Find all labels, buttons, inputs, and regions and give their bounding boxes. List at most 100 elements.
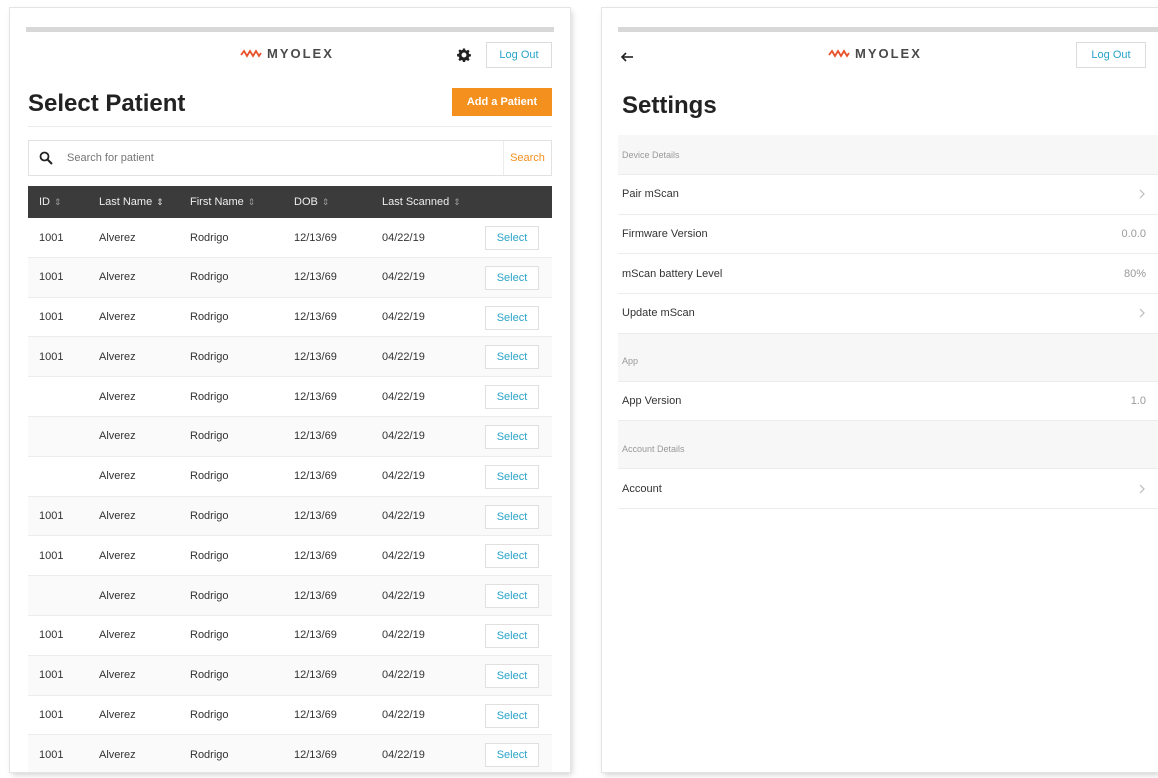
cell-id: 1001 — [39, 311, 64, 324]
cell-last-name: Alverez — [99, 311, 136, 324]
column-header-first-name[interactable]: First Name ⇕ — [190, 186, 255, 218]
cell-last-scanned: 04/22/19 — [382, 748, 425, 761]
cell-dob: 12/13/69 — [294, 430, 337, 443]
cell-last-name: Alverez — [99, 470, 136, 483]
sort-icon: ⇕ — [247, 196, 256, 207]
page-title: Select Patient — [28, 90, 186, 117]
table-header: ID ⇕ Last Name ⇕ First Name ⇕ DOB ⇕ Last Sca… — [28, 186, 552, 218]
add-patient-button[interactable]: Add a Patient — [452, 88, 552, 116]
cell-last-name: Alverez — [99, 669, 136, 682]
select-button[interactable]: Select — [485, 504, 539, 529]
cell-last-name: Alverez — [99, 549, 136, 562]
table-row: 1001 Alverez Rodrigo 12/13/69 04/22/19 Select — [28, 298, 552, 338]
table-row: Alverez Rodrigo 12/13/69 04/22/19 Select — [28, 416, 552, 457]
settings-item-value: 1.0 — [1130, 395, 1146, 408]
logout-button[interactable]: Log Out — [1076, 42, 1146, 68]
arrow-left-icon[interactable] — [620, 50, 634, 64]
cell-dob: 12/13/69 — [294, 271, 337, 284]
section-header-account-details: Account Details — [618, 421, 1158, 470]
select-button[interactable]: Select — [485, 544, 539, 569]
settings-item-label: Firmware Version — [622, 228, 708, 241]
cell-id: 1001 — [39, 231, 64, 244]
cell-last-scanned: 04/22/19 — [382, 470, 425, 483]
logout-button[interactable]: Log Out — [486, 42, 552, 68]
search-button[interactable]: Search — [503, 141, 551, 175]
logo-wave-icon — [240, 48, 262, 58]
select-button[interactable]: Select — [485, 703, 539, 728]
cell-last-name: Alverez — [99, 390, 136, 403]
select-button[interactable]: Select — [485, 584, 539, 609]
table-row: 1001 Alverez Rodrigo 12/13/69 04/22/19 Select — [28, 496, 552, 537]
table-row: 1001 Alverez Rodrigo 12/13/69 04/22/19 Select — [28, 655, 552, 696]
cell-last-name: Alverez — [99, 430, 136, 443]
settings-item-value: 0.0.0 — [1121, 228, 1146, 241]
cell-last-scanned: 04/22/19 — [382, 231, 425, 244]
cell-first-name: Rodrigo — [190, 350, 229, 363]
cell-dob: 12/13/69 — [294, 470, 337, 483]
table-row: 1001 Alverez Rodrigo 12/13/69 04/22/19 Select — [28, 218, 552, 258]
select-button[interactable]: Select — [485, 743, 539, 768]
column-header-last-scanned[interactable]: Last Scanned ⇕ — [382, 186, 461, 218]
settings-item-account[interactable]: Account — [618, 469, 1158, 510]
select-button[interactable]: Select — [485, 424, 539, 449]
cell-last-scanned: 04/22/19 — [382, 390, 425, 403]
select-button[interactable]: Select — [485, 345, 539, 370]
logo-text: MYOLEX — [267, 46, 334, 61]
cell-last-name: Alverez — [99, 350, 136, 363]
table-row: Alverez Rodrigo 12/13/69 04/22/19 Select — [28, 576, 552, 616]
cell-id: 1001 — [39, 669, 64, 682]
chevron-right-icon — [1139, 189, 1145, 199]
table-row: 1001 Alverez Rodrigo 12/13/69 04/22/19 Select — [28, 735, 552, 772]
cell-last-scanned: 04/22/19 — [382, 709, 425, 722]
cell-last-name: Alverez — [99, 231, 136, 244]
patient-table-body: 1001 Alverez Rodrigo 12/13/69 04/22/19 Select… — [28, 218, 552, 772]
chevron-right-icon — [1139, 308, 1145, 318]
cell-first-name: Rodrigo — [190, 629, 229, 642]
cell-last-scanned: 04/22/19 — [382, 350, 425, 363]
cell-first-name: Rodrigo — [190, 470, 229, 483]
settings-item-pair-mscan[interactable]: Pair mScan — [618, 175, 1158, 215]
cell-id: 1001 — [39, 709, 64, 722]
gear-icon[interactable] — [457, 48, 471, 62]
select-button[interactable]: Select — [485, 464, 539, 489]
cell-id: 1001 — [39, 510, 64, 523]
column-label: DOB — [294, 196, 318, 208]
select-button[interactable]: Select — [485, 305, 539, 330]
settings-item-label: Pair mScan — [622, 188, 679, 201]
cell-last-name: Alverez — [99, 748, 136, 761]
column-header-last-name[interactable]: Last Name ⇕ — [99, 186, 164, 218]
cell-first-name: Rodrigo — [190, 390, 229, 403]
settings-item-firmware-version: Firmware Version 0.0.0 — [618, 214, 1158, 255]
cell-last-scanned: 04/22/19 — [382, 589, 425, 602]
cell-first-name: Rodrigo — [190, 430, 229, 443]
settings-item-value: 80% — [1123, 267, 1146, 280]
cell-first-name: Rodrigo — [190, 271, 229, 284]
cell-last-scanned: 04/22/19 — [382, 549, 425, 562]
select-button[interactable]: Select — [485, 385, 539, 410]
select-button[interactable]: Select — [485, 226, 539, 250]
settings-screen: MYOLEX Log Out Settings Device Details P… — [602, 8, 1158, 772]
select-button[interactable]: Select — [485, 623, 539, 648]
settings-item-app-version: App Version 1.0 — [618, 381, 1158, 422]
cell-dob: 12/13/69 — [294, 669, 337, 682]
page-title: Settings — [622, 92, 717, 119]
column-header-dob[interactable]: DOB ⇕ — [294, 186, 329, 218]
settings-item-battery-level: mScan battery Level 80% — [618, 254, 1158, 295]
cell-first-name: Rodrigo — [190, 231, 229, 244]
select-button[interactable]: Select — [485, 663, 539, 688]
settings-item-update-mscan[interactable]: Update mScan — [618, 294, 1158, 334]
cell-last-scanned: 04/22/19 — [382, 271, 425, 284]
search-input[interactable] — [67, 152, 503, 164]
cell-dob: 12/13/69 — [294, 589, 337, 602]
cell-dob: 12/13/69 — [294, 231, 337, 244]
settings-item-label: Account — [622, 482, 662, 495]
column-header-id[interactable]: ID ⇕ — [39, 186, 62, 218]
select-button[interactable]: Select — [485, 265, 539, 290]
myolex-logo: MYOLEX — [240, 46, 334, 61]
table-row: 1001 Alverez Rodrigo 12/13/69 04/22/19 Select — [28, 616, 552, 656]
section-header-app: App — [618, 333, 1158, 382]
cell-last-scanned: 04/22/19 — [382, 430, 425, 443]
cell-last-scanned: 04/22/19 — [382, 669, 425, 682]
top-divider — [618, 27, 1158, 32]
select-patient-screen: MYOLEX Log Out Select Patient Add a Pati… — [10, 8, 570, 772]
